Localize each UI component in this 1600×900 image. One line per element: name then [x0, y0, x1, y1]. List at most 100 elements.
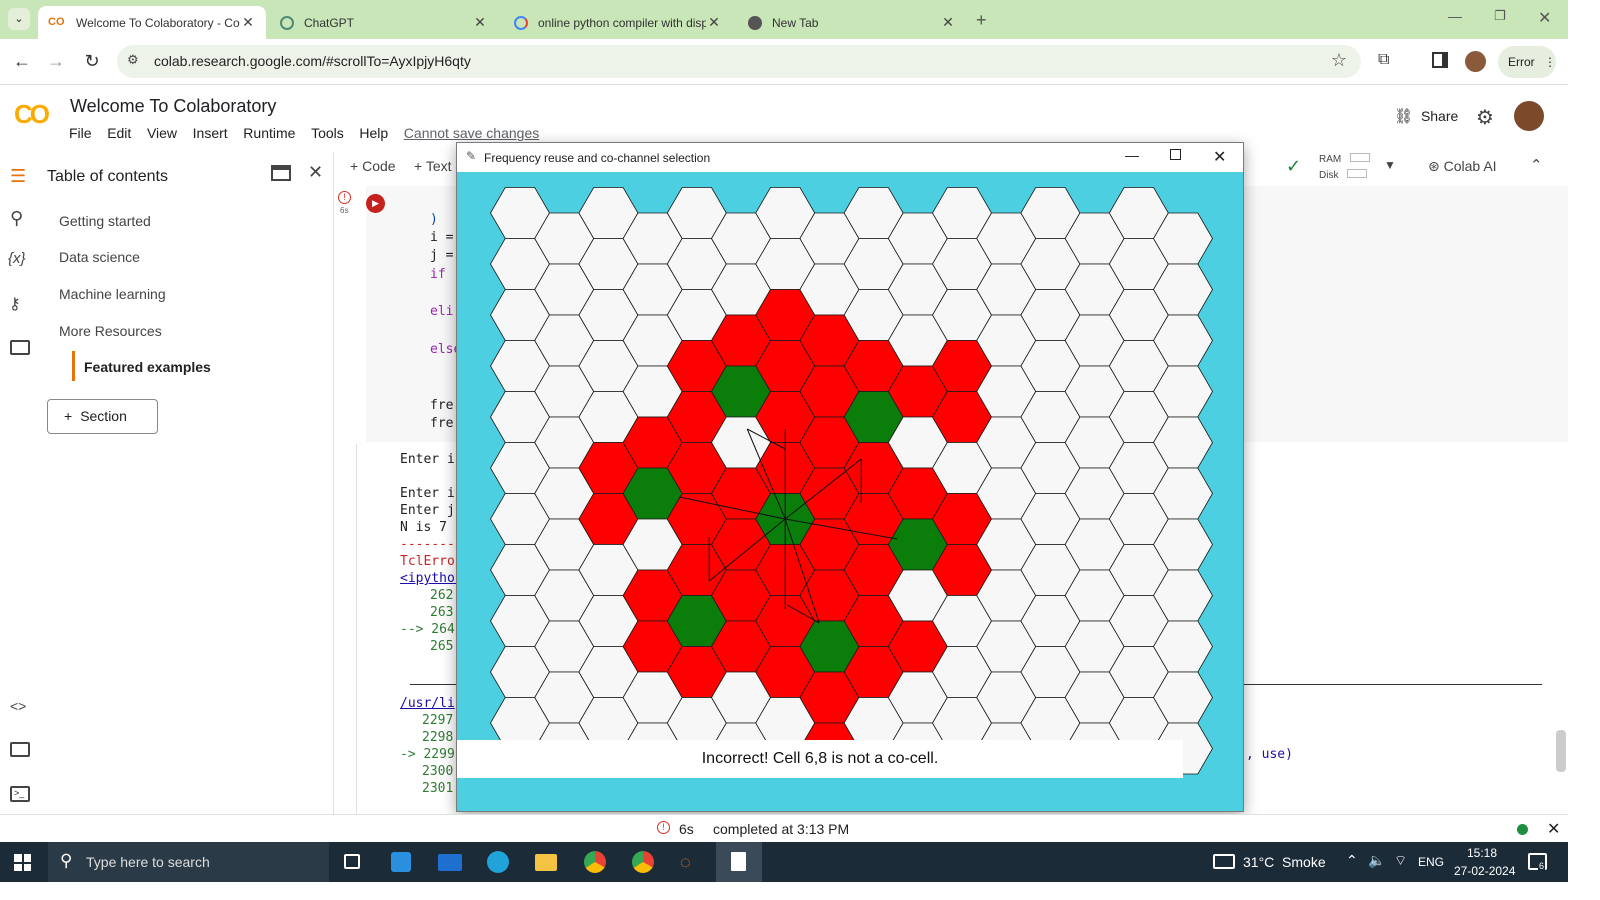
tab-colab[interactable]: CO Welcome To Colaboratory - Colab ✕	[38, 6, 266, 39]
search-icon[interactable]: ⚲	[10, 208, 23, 229]
close-icon[interactable]: ✕	[706, 14, 722, 31]
close-status-icon[interactable]: ✕	[1547, 819, 1560, 839]
side-panel-icon[interactable]	[1432, 52, 1448, 68]
tk-maximize-icon[interactable]	[1170, 149, 1181, 160]
windows-start-icon[interactable]	[14, 854, 31, 871]
toc-item-getting-started[interactable]: Getting started	[59, 213, 151, 229]
mail-icon[interactable]	[438, 854, 462, 871]
weather-icon[interactable]	[1213, 854, 1235, 869]
clock-time[interactable]: 15:18	[1467, 846, 1497, 860]
key-icon[interactable]: ⚷	[9, 294, 21, 314]
toc-item-more-resources[interactable]: More Resources	[59, 323, 162, 339]
tab-compiler[interactable]: online python compiler with display ✕	[504, 6, 732, 39]
chrome-profile-icon[interactable]	[632, 851, 654, 873]
plus-icon: +	[350, 158, 359, 174]
save-status-link[interactable]: Cannot save changes	[404, 125, 539, 141]
variables-icon[interactable]: {x}	[8, 250, 26, 267]
traceback-link[interactable]: <ipython	[400, 571, 463, 586]
folder-icon[interactable]	[10, 340, 30, 355]
close-panel-icon[interactable]: ✕	[308, 162, 323, 183]
toc-icon[interactable]: ☰	[10, 166, 26, 187]
tab-new[interactable]: New Tab ✕	[738, 6, 966, 39]
close-icon[interactable]: ✕	[940, 14, 956, 31]
avatar[interactable]	[1465, 51, 1486, 72]
toc-item-featured-examples[interactable]: Featured examples	[84, 359, 211, 375]
command-palette-icon[interactable]	[10, 742, 30, 757]
code-snippets-icon[interactable]: <>	[10, 698, 26, 714]
resource-monitor[interactable]: RAM Disk	[1319, 152, 1371, 184]
run-cell-button[interactable]: ▶	[366, 194, 385, 213]
traceback-link[interactable]: /usr/li	[400, 696, 455, 711]
clock-date[interactable]: 27-02-2024	[1454, 864, 1515, 878]
tray-chevron-icon[interactable]: ⌃	[1346, 852, 1358, 869]
code-line: i =	[430, 230, 454, 245]
colab-logo[interactable]: CO	[14, 99, 50, 130]
extensions-icon[interactable]: ⧉	[1378, 51, 1389, 69]
notebook-title[interactable]: Welcome To Colaboratory	[70, 96, 276, 117]
tk-titlebar[interactable]: ✎ Frequency reuse and co-channel selecti…	[457, 143, 1243, 172]
add-code-button[interactable]: + Code	[350, 158, 396, 174]
reload-icon[interactable]: ↻	[78, 47, 106, 75]
open-in-tab-icon[interactable]	[271, 165, 291, 181]
ram-bar	[1350, 153, 1371, 162]
tab-chatgpt[interactable]: ChatGPT ✕	[270, 6, 498, 39]
add-section-button[interactable]: + Section	[47, 399, 158, 434]
menu-file[interactable]: File	[69, 125, 92, 141]
tk-minimize-icon[interactable]: —	[1125, 147, 1139, 163]
tk-close-icon[interactable]: ✕	[1213, 147, 1226, 167]
close-window-icon[interactable]: ✕	[1538, 8, 1551, 28]
user-avatar[interactable]	[1514, 101, 1544, 131]
menu-help[interactable]: Help	[359, 125, 388, 141]
plus-icon: +	[414, 158, 423, 174]
add-text-button[interactable]: + Text	[414, 158, 452, 174]
menu-runtime[interactable]: Runtime	[243, 125, 295, 141]
output-line: , use)	[1246, 747, 1293, 762]
collapse-header-icon[interactable]: ⌃	[1530, 156, 1543, 174]
status-exec-time: 6s	[679, 821, 694, 837]
notification-icon[interactable]: 6	[1528, 853, 1547, 871]
volume-icon[interactable]: 🔈	[1368, 852, 1385, 869]
output-line: 263	[430, 605, 454, 620]
language-indicator[interactable]: ENG	[1418, 855, 1444, 869]
back-arrow-icon[interactable]: ←	[8, 47, 36, 75]
close-icon[interactable]: ✕	[472, 14, 488, 31]
settings-gear-icon[interactable]: ⚙	[1476, 105, 1494, 130]
url-text[interactable]: colab.research.google.com/#scrollTo=AyxI…	[154, 53, 471, 69]
scrollbar-thumb[interactable]	[1556, 730, 1566, 772]
bookmark-star-icon[interactable]: ☆	[1331, 50, 1347, 71]
colab-ai-button[interactable]: ⊛ Colab AI	[1428, 158, 1497, 175]
menu-tools[interactable]: Tools	[311, 125, 344, 141]
hex-grid[interactable]	[457, 172, 1243, 811]
runtime-dropdown-icon[interactable]: ▼	[1384, 158, 1396, 172]
restore-icon[interactable]: ❐	[1494, 8, 1506, 24]
weather-text[interactable]: 31°C Smoke	[1243, 854, 1326, 870]
connection-status-dot[interactable]	[1517, 824, 1528, 835]
menu-view[interactable]: View	[147, 125, 177, 141]
chrome-icon[interactable]	[584, 851, 606, 873]
tk-canvas[interactable]: Incorrect! Cell 6,8 is not a co-cell.	[457, 172, 1243, 811]
menu-edit[interactable]: Edit	[107, 125, 131, 141]
close-icon[interactable]: ✕	[240, 14, 256, 31]
store-icon[interactable]	[391, 852, 411, 872]
new-tab-icon[interactable]: +	[976, 10, 987, 31]
terminal-icon[interactable]: >_	[10, 786, 30, 802]
jupyter-icon[interactable]: ◌	[680, 852, 691, 873]
task-view-icon[interactable]	[344, 854, 360, 869]
address-bar[interactable]: ⚙ colab.research.google.com/#scrollTo=Ay…	[117, 45, 1361, 78]
toc-item-machine-learning[interactable]: Machine learning	[59, 286, 166, 302]
link-icon: ⛓	[1394, 108, 1414, 125]
menu-insert[interactable]: Insert	[193, 125, 228, 141]
forward-arrow-icon[interactable]: →	[42, 47, 70, 75]
toc-item-data-science[interactable]: Data science	[59, 249, 140, 265]
file-explorer-icon[interactable]	[535, 854, 557, 871]
connected-check-icon[interactable]: ✓	[1286, 156, 1301, 177]
active-app-icon[interactable]	[716, 842, 762, 882]
wifi-icon[interactable]: ⌔	[1394, 852, 1407, 870]
site-info-icon[interactable]: ⚙	[127, 52, 139, 68]
tab-search-button[interactable]: ⌄	[8, 8, 30, 30]
minimize-icon[interactable]: —	[1448, 8, 1462, 24]
share-button[interactable]: ⛓ Share	[1394, 107, 1458, 125]
taskbar-search-box[interactable]: ⚲ Type here to search	[48, 842, 329, 882]
profile-error-button[interactable]: Error ⋮	[1498, 46, 1556, 78]
edge-icon[interactable]	[487, 851, 509, 873]
